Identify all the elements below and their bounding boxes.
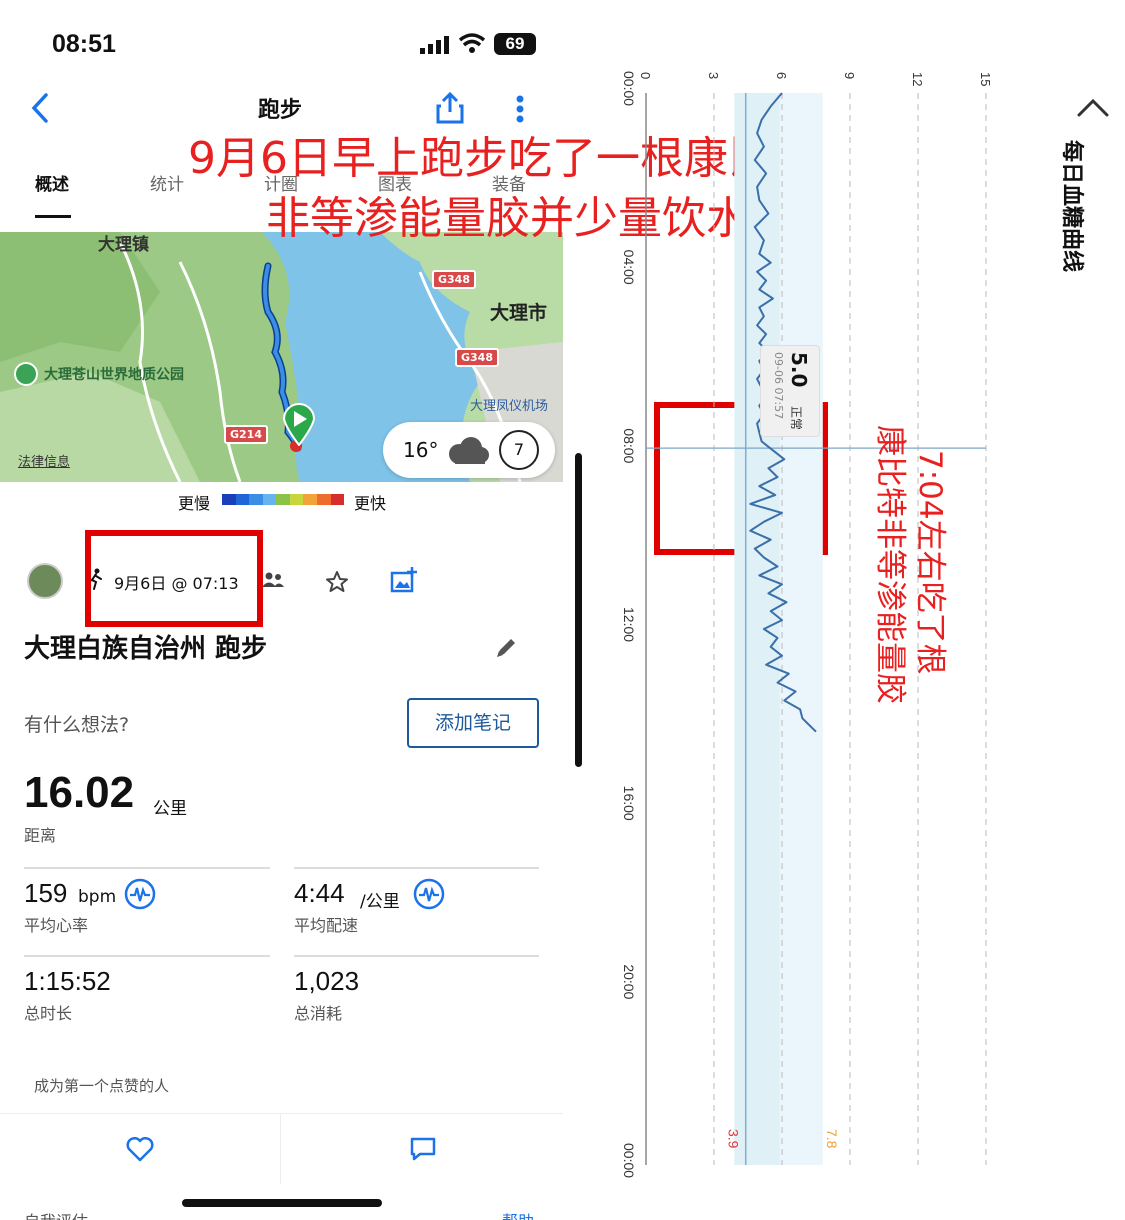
x-tick-label: 12:00 xyxy=(621,607,637,642)
edit-icon[interactable] xyxy=(494,636,518,664)
wifi-icon xyxy=(458,32,486,54)
self-evaluation-label: 自我评估 xyxy=(24,1208,88,1220)
calories-label: 总消耗 xyxy=(294,1004,343,1023)
x-tick-label: 16:00 xyxy=(621,786,637,821)
status-time: 08:51 xyxy=(52,30,116,58)
map-label-dali-city: 大理市 xyxy=(490,302,548,324)
weather-temp: 16° xyxy=(403,438,439,462)
route-map[interactable]: 大理镇 大理市 大理苍山世界地质公园 大理凤仪机场 法律信息 G348 G348… xyxy=(0,232,563,482)
y-tick-label: 12 xyxy=(910,72,925,86)
total-time-label: 总时长 xyxy=(24,1004,73,1023)
tab-stats[interactable]: 统计 xyxy=(150,170,184,195)
wind-icon: 7 xyxy=(499,430,539,470)
home-indicator xyxy=(182,1199,382,1207)
y-tick-label: 9 xyxy=(842,72,857,79)
y-tick-label: 0 xyxy=(638,72,653,79)
divider xyxy=(294,867,539,869)
x-tick-label: 00:00 xyxy=(621,1143,637,1178)
tooltip-status: 正常 xyxy=(789,406,803,431)
x-tick-label: 00:00 xyxy=(621,71,637,106)
bottom-action-bar xyxy=(0,1113,563,1184)
help-link[interactable]: 帮助 xyxy=(502,1208,534,1220)
chart-title-wrap: 每日血糖曲线 xyxy=(1050,140,1125,310)
target-low-label: 3.9 xyxy=(725,1129,741,1149)
thoughts-prompt[interactable]: 有什么想法? xyxy=(24,710,129,737)
add-photo-icon[interactable] xyxy=(390,566,418,598)
avg-heart-rate-unit: bpm xyxy=(78,887,117,907)
battery-level: 69 xyxy=(505,34,525,53)
map-label-geopark: 大理苍山世界地质公园 xyxy=(44,367,184,383)
page-title: 跑步 xyxy=(257,98,302,123)
avg-heart-rate-label: 平均心率 xyxy=(24,916,89,935)
start-marker-icon xyxy=(282,402,316,450)
map-label-airport: 大理凤仪机场 xyxy=(470,399,549,414)
heart-icon xyxy=(126,1136,154,1166)
target-high-label: 7.8 xyxy=(824,1129,840,1149)
pace-chart-icon[interactable] xyxy=(413,878,445,914)
scrollbar[interactable] xyxy=(575,453,582,767)
legal-info-link[interactable]: 法律信息 xyxy=(18,451,70,470)
comment-button[interactable] xyxy=(282,1114,563,1184)
chart-title: 每日血糖曲线 xyxy=(1059,140,1084,273)
x-tick-label: 04:00 xyxy=(621,250,637,285)
park-icon xyxy=(14,362,38,386)
like-button[interactable] xyxy=(0,1114,281,1184)
avg-heart-rate-value: 159 xyxy=(24,878,68,908)
road-badge: G348 xyxy=(432,270,476,289)
star-icon[interactable] xyxy=(325,570,349,598)
distance-label: 距离 xyxy=(24,826,57,845)
legend-slow-label: 更慢 xyxy=(178,494,211,513)
avg-pace-unit: /公里 xyxy=(360,892,400,912)
weather-widget: 16° 7 xyxy=(383,422,555,478)
target-range-band-inner xyxy=(734,93,780,1165)
y-tick-label: 6 xyxy=(774,72,789,79)
signal-icon xyxy=(420,36,450,54)
annotation-text-rotated: 7:04左右吃了根 xyxy=(912,450,960,710)
avg-pace-label: 平均配速 xyxy=(294,916,359,935)
add-note-button[interactable]: 添加笔记 xyxy=(407,698,539,748)
annotation-box xyxy=(85,530,263,627)
first-like-prompt: 成为第一个点赞的人 xyxy=(34,1077,170,1095)
activity-name: 大理白族自治州 跑步 xyxy=(24,634,268,664)
wind-speed: 7 xyxy=(513,440,525,459)
divider xyxy=(24,955,270,957)
participants-icon[interactable] xyxy=(262,572,284,592)
distance-unit: 公里 xyxy=(153,799,187,819)
map-label-dali-town: 大理镇 xyxy=(98,235,149,255)
annotation-text-rotated: 康比特非等渗能量胶 xyxy=(872,425,920,715)
tooltip-value: 5.0 xyxy=(787,352,811,388)
tooltip-box: 5.0 09-06 07:57 正常 xyxy=(760,345,820,437)
avatar[interactable] xyxy=(27,563,63,599)
tab-overview[interactable]: 概述 xyxy=(35,170,69,195)
y-tick-label: 3 xyxy=(706,72,721,79)
x-tick-label: 08:00 xyxy=(621,428,637,463)
active-tab-indicator xyxy=(35,215,71,218)
back-button[interactable] xyxy=(30,90,50,130)
x-tick-label: 20:00 xyxy=(621,964,637,999)
total-time-value: 1:15:52 xyxy=(24,966,111,996)
road-badge: G214 xyxy=(224,425,268,444)
heart-rate-chart-icon[interactable] xyxy=(124,878,156,914)
collapse-chevron-icon[interactable] xyxy=(1077,98,1109,122)
battery-icon: 69 xyxy=(494,33,536,55)
divider xyxy=(294,955,539,957)
legend-fast-label: 更快 xyxy=(354,494,387,513)
cloud-icon xyxy=(443,436,491,470)
annotation-line: 康比特非等渗能量胶 xyxy=(872,425,908,704)
calories-value: 1,023 xyxy=(294,966,360,996)
road-badge: G348 xyxy=(455,348,499,367)
pace-legend-bar xyxy=(222,494,345,505)
distance-value: 16.02 xyxy=(24,768,135,817)
tooltip-time: 09-06 07:57 xyxy=(772,352,785,420)
divider xyxy=(24,867,270,869)
y-tick-label: 15 xyxy=(978,72,993,86)
comment-icon xyxy=(409,1136,437,1166)
avg-pace-value: 4:44 xyxy=(294,878,345,908)
